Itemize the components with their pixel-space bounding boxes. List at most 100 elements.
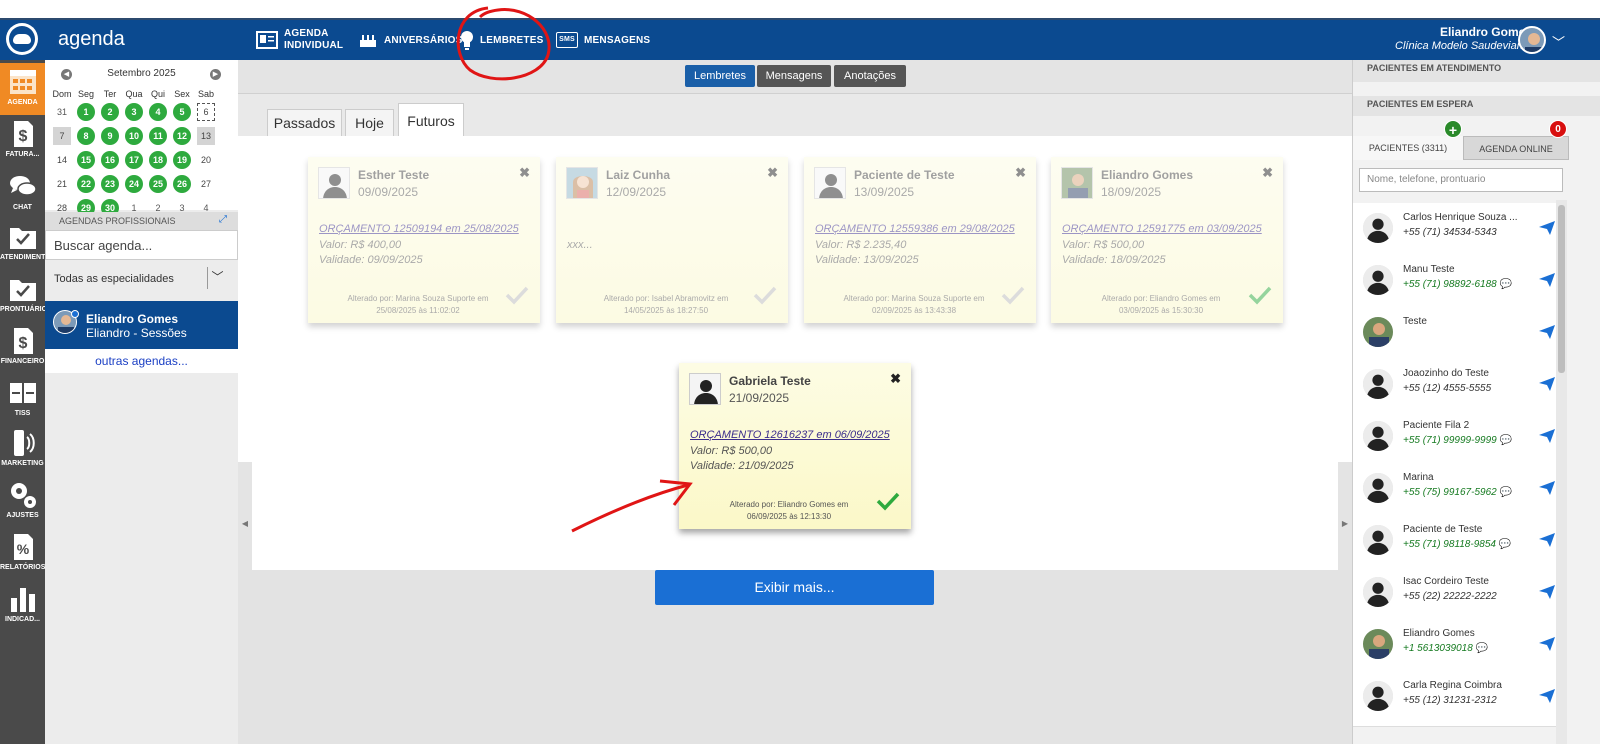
user-menu-chevron-icon[interactable]: ﹀ bbox=[1552, 32, 1565, 51]
sidebar-item-ajustes[interactable]: AJUSTES bbox=[0, 476, 45, 528]
check-icon[interactable] bbox=[875, 491, 901, 511]
calendar-day[interactable]: 25 bbox=[147, 174, 169, 194]
budget-link[interactable]: ORÇAMENTO 12509194 em 25/08/2025 bbox=[319, 223, 519, 235]
nav-agenda-individual[interactable]: AGENDA INDIVIDUAL bbox=[256, 20, 343, 60]
patient-list-item[interactable]: Paciente de Teste +55 (71) 98118-9854 💬 bbox=[1353, 515, 1559, 571]
check-icon[interactable] bbox=[1000, 285, 1026, 305]
send-message-icon[interactable] bbox=[1539, 585, 1555, 604]
close-icon[interactable]: ✖ bbox=[519, 165, 530, 181]
send-message-icon[interactable] bbox=[1539, 533, 1555, 552]
calendar-day[interactable]: 6 bbox=[195, 102, 217, 122]
close-icon[interactable]: ✖ bbox=[1262, 165, 1273, 181]
patient-list-item[interactable]: Eliandro Gomes +1 5613039018 💬 bbox=[1353, 619, 1559, 675]
app-logo-icon[interactable] bbox=[6, 23, 38, 55]
tab-passados[interactable]: Passados bbox=[267, 109, 342, 137]
patient-list-item[interactable]: Teste bbox=[1353, 307, 1559, 363]
calendar-day[interactable]: 7 bbox=[51, 126, 73, 146]
sidebar-item-chat[interactable]: CHAT bbox=[0, 168, 45, 220]
sidebar-item-faturamento[interactable]: $ FATURA... bbox=[0, 115, 45, 167]
collapse-right-icon[interactable]: ▶ bbox=[1338, 462, 1352, 586]
send-message-icon[interactable] bbox=[1539, 325, 1555, 344]
tab-hoje[interactable]: Hoje bbox=[345, 109, 394, 137]
calendar-day[interactable]: 31 bbox=[51, 102, 73, 122]
budget-link[interactable]: ORÇAMENTO 12616237 em 06/09/2025 bbox=[690, 429, 890, 441]
check-icon[interactable] bbox=[1247, 285, 1273, 305]
anotacoes-button[interactable]: Anotações bbox=[834, 65, 906, 87]
sidebar-item-agenda[interactable]: AGENDA bbox=[0, 63, 45, 115]
send-message-icon[interactable] bbox=[1539, 273, 1555, 292]
tab-pacientes[interactable]: PACIENTES (3311) bbox=[1353, 136, 1463, 160]
calendar-day[interactable]: 13 bbox=[195, 126, 217, 146]
calendar-day[interactable]: 3 bbox=[123, 102, 145, 122]
calendar-day[interactable]: 12 bbox=[171, 126, 193, 146]
calendar-day[interactable]: 14 bbox=[51, 150, 73, 170]
nav-aniversarios[interactable]: ANIVERSÁRIOS bbox=[358, 20, 463, 60]
calendar-day[interactable]: 16 bbox=[99, 150, 121, 170]
calendar-day[interactable]: 20 bbox=[195, 150, 217, 170]
calendar-day[interactable]: 21 bbox=[51, 174, 73, 194]
close-icon[interactable]: ✖ bbox=[890, 371, 901, 387]
patient-list-item[interactable]: Carla Regina Coimbra +55 (12) 31231-2312 bbox=[1353, 671, 1559, 727]
budget-link[interactable]: ORÇAMENTO 12591775 em 03/09/2025 bbox=[1062, 223, 1262, 235]
sidebar-item-indicadores[interactable]: INDICAD... bbox=[0, 580, 45, 632]
calendar-day[interactable]: 4 bbox=[147, 102, 169, 122]
close-icon[interactable]: ✖ bbox=[767, 165, 778, 181]
send-message-icon[interactable] bbox=[1539, 637, 1555, 656]
sidebar-item-marketing[interactable]: MARKETING bbox=[0, 424, 45, 476]
collapse-left-icon[interactable]: ◀ bbox=[238, 462, 252, 586]
calendar-day[interactable]: 1 bbox=[75, 102, 97, 122]
add-patient-icon[interactable]: + bbox=[1444, 120, 1462, 138]
sidebar-item-relatorios[interactable]: % RELATÓRIOS bbox=[0, 528, 45, 580]
patient-list-scrollbar[interactable] bbox=[1558, 205, 1565, 373]
send-message-icon[interactable] bbox=[1539, 689, 1555, 708]
patient-list-item[interactable]: Carlos Henrique Souza ... +55 (71) 34534-… bbox=[1353, 203, 1559, 259]
calendar-day[interactable]: 10 bbox=[123, 126, 145, 146]
sidebar-item-tiss[interactable]: TISS bbox=[0, 374, 45, 426]
close-icon[interactable]: ✖ bbox=[1015, 165, 1026, 181]
calendar-day[interactable]: 2 bbox=[99, 102, 121, 122]
check-icon[interactable] bbox=[752, 285, 778, 305]
calendar-day[interactable]: 5 bbox=[171, 102, 193, 122]
calendar-day[interactable]: 27 bbox=[195, 174, 217, 194]
calendar-day[interactable]: 9 bbox=[99, 126, 121, 146]
patient-search-input[interactable]: Nome, telefone, prontuario bbox=[1359, 168, 1563, 192]
calendar-day[interactable]: 26 bbox=[171, 174, 193, 194]
send-message-icon[interactable] bbox=[1539, 481, 1555, 500]
sidebar-item-prontuario[interactable]: PRONTUÁRIO bbox=[0, 270, 47, 322]
calendar-next-icon[interactable]: ▶ bbox=[210, 69, 221, 80]
tab-agenda-online[interactable]: AGENDA ONLINE bbox=[1463, 136, 1569, 160]
mensagens-button[interactable]: Mensagens bbox=[757, 65, 831, 87]
sidebar-item-financeiro[interactable]: $ FINANCEIRO bbox=[0, 322, 45, 374]
patient-list-item[interactable]: Paciente Fila 2 +55 (71) 99999-9999 💬 bbox=[1353, 411, 1559, 467]
reminder-card[interactable]: Eliandro Gomes 18/09/2025 ✖ ORÇAMENTO 12591… bbox=[1051, 157, 1283, 323]
budget-link[interactable]: ORÇAMENTO 12559386 em 29/08/2025 bbox=[815, 223, 1015, 235]
nav-lembretes[interactable]: LEMBRETES bbox=[460, 20, 543, 60]
reminder-card[interactable]: Paciente de Teste 13/09/2025 ✖ ORÇAMENTO 12… bbox=[804, 157, 1036, 323]
check-icon[interactable] bbox=[504, 285, 530, 305]
calendar-day[interactable]: 19 bbox=[171, 150, 193, 170]
patient-list-item[interactable]: Marina +55 (75) 99167-5962 💬 bbox=[1353, 463, 1559, 519]
patient-list-item[interactable]: Manu Teste +55 (71) 98892-6188 💬 bbox=[1353, 255, 1559, 311]
calendar-day[interactable]: 15 bbox=[75, 150, 97, 170]
calendar-day[interactable]: 22 bbox=[75, 174, 97, 194]
agenda-search-input[interactable]: Buscar agenda... bbox=[45, 230, 238, 260]
calendar-day[interactable]: 24 bbox=[123, 174, 145, 194]
chevron-down-icon[interactable]: ﹀ bbox=[207, 267, 227, 289]
patient-list-item[interactable]: Isac Cordeiro Teste +55 (22) 22222-2222 bbox=[1353, 567, 1559, 623]
calendar-day[interactable]: 23 bbox=[99, 174, 121, 194]
send-message-icon[interactable] bbox=[1539, 377, 1555, 396]
sidebar-item-atendimento[interactable]: ATENDIMENTO bbox=[0, 218, 51, 270]
expand-icon[interactable]: ⤢ bbox=[219, 214, 227, 225]
calendar-day[interactable]: 18 bbox=[147, 150, 169, 170]
calendar-day[interactable]: 17 bbox=[123, 150, 145, 170]
selected-agenda[interactable]: Eliandro Gomes Eliandro - Sessões bbox=[45, 301, 238, 349]
show-more-button[interactable]: Exibir mais... bbox=[655, 570, 934, 605]
other-agendas-link[interactable]: outras agendas... bbox=[45, 349, 238, 373]
send-message-icon[interactable] bbox=[1539, 221, 1555, 240]
nav-mensagens[interactable]: SMS MENSAGENS bbox=[556, 20, 650, 60]
lembretes-button[interactable]: Lembretes bbox=[685, 65, 755, 87]
calendar-day[interactable]: 11 bbox=[147, 126, 169, 146]
tab-futuros[interactable]: Futuros bbox=[398, 103, 464, 137]
reminder-card[interactable]: Esther Teste 09/09/2025 ✖ ORÇAMENTO 1250919… bbox=[308, 157, 540, 323]
send-message-icon[interactable] bbox=[1539, 429, 1555, 448]
